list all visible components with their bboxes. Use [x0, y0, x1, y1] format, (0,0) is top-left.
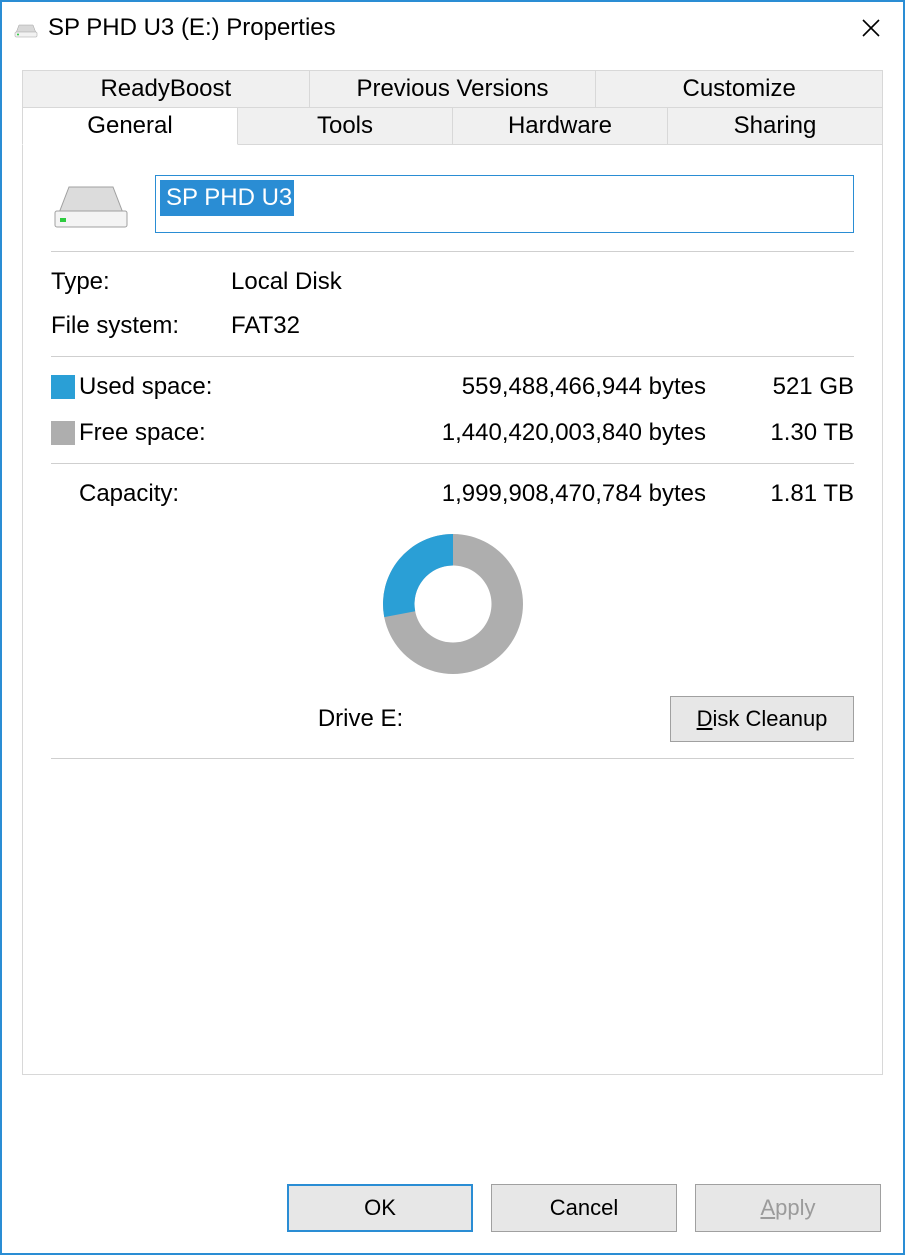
used-space-bytes: 559,488,466,944 bytes: [259, 373, 714, 401]
used-color-swatch: [51, 375, 75, 399]
separator: [51, 463, 854, 464]
tab-customize[interactable]: Customize: [596, 70, 883, 107]
used-space-hr: 521 GB: [714, 373, 854, 401]
used-space-label: Used space:: [79, 373, 259, 401]
tab-general[interactable]: General: [22, 107, 238, 145]
free-space-bytes: 1,440,420,003,840 bytes: [259, 419, 714, 447]
window-title: SP PHD U3 (E:) Properties: [48, 14, 851, 42]
titlebar: SP PHD U3 (E:) Properties: [2, 2, 903, 54]
type-value: Local Disk: [231, 268, 854, 296]
cancel-button[interactable]: Cancel: [491, 1184, 677, 1232]
tab-previous-versions[interactable]: Previous Versions: [310, 70, 597, 107]
ok-button[interactable]: OK: [287, 1184, 473, 1232]
drive-name-input[interactable]: SP PHD U3: [155, 175, 854, 233]
tab-sharing[interactable]: Sharing: [668, 107, 883, 145]
free-color-swatch: [51, 421, 75, 445]
separator: [51, 251, 854, 252]
fs-value: FAT32: [231, 312, 854, 340]
tabs-container: ReadyBoost Previous Versions Customize G…: [2, 54, 903, 1075]
apply-button[interactable]: Apply: [695, 1184, 881, 1232]
separator: [51, 758, 854, 759]
tab-tools[interactable]: Tools: [238, 107, 453, 145]
drive-label: Drive E:: [51, 705, 670, 733]
free-space-hr: 1.30 TB: [714, 419, 854, 447]
tab-readyboost[interactable]: ReadyBoost: [22, 70, 310, 107]
type-label: Type:: [51, 268, 231, 296]
capacity-label: Capacity:: [79, 480, 259, 508]
properties-window: SP PHD U3 (E:) Properties ReadyBoost Pre…: [0, 0, 905, 1255]
drive-name-value: SP PHD U3: [160, 180, 294, 216]
dialog-buttons: OK Cancel Apply: [2, 1163, 903, 1253]
tab-hardware[interactable]: Hardware: [453, 107, 668, 145]
drive-small-icon: [14, 19, 38, 37]
fs-label: File system:: [51, 312, 231, 340]
capacity-hr: 1.81 TB: [714, 480, 854, 508]
drive-icon: [51, 177, 131, 232]
usage-donut-chart: [51, 524, 854, 690]
separator: [51, 356, 854, 357]
disk-cleanup-button[interactable]: Disk Cleanup: [670, 696, 854, 742]
capacity-bytes: 1,999,908,470,784 bytes: [259, 480, 714, 508]
free-space-label: Free space:: [79, 419, 259, 447]
close-icon[interactable]: [851, 8, 891, 48]
general-panel: SP PHD U3 Type: Local Disk File system: …: [22, 145, 883, 1075]
